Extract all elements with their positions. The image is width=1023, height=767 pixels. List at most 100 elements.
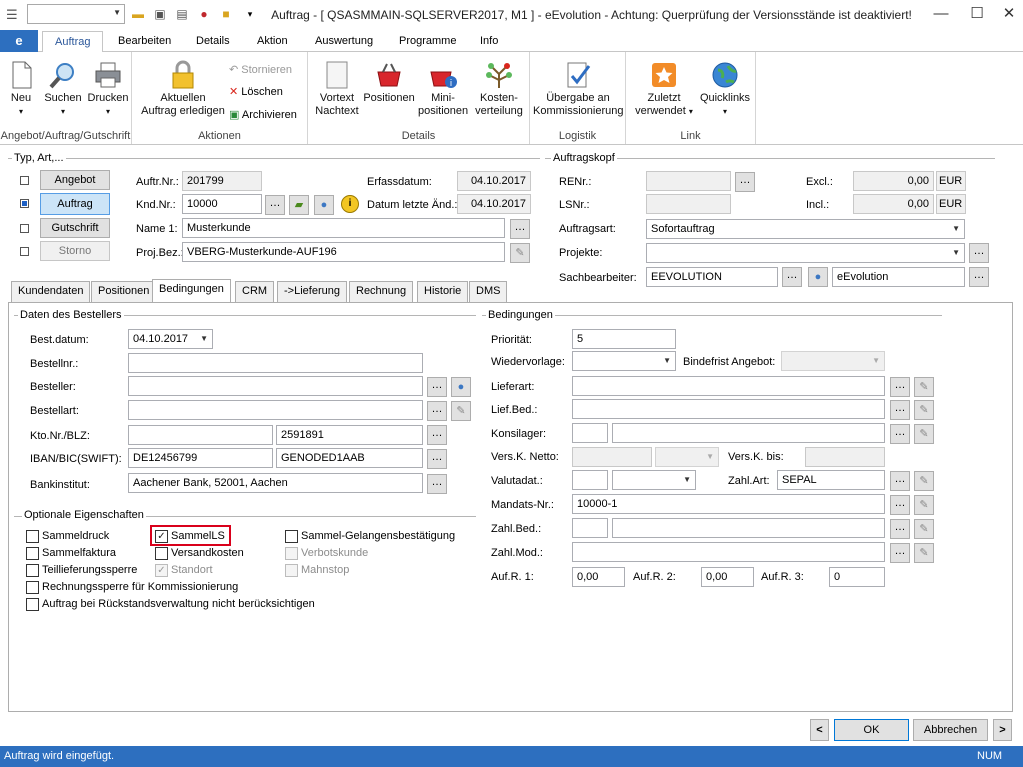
rechnungssperre-checkbox[interactable] (26, 581, 39, 594)
tab-positionen[interactable]: Positionen (91, 281, 157, 302)
neu-button[interactable]: Neu ▾ (6, 60, 36, 118)
teillieferungssperre-checkbox[interactable] (26, 564, 39, 577)
sammelgelangen-checkbox[interactable] (285, 530, 298, 543)
close-button[interactable]: ✕ (991, 0, 1023, 30)
liefbed-field[interactable] (572, 399, 885, 419)
zahlart-field[interactable]: SEPAL (777, 470, 885, 490)
liefbed-edit-button[interactable]: ✎ (914, 400, 934, 420)
save-icon[interactable]: ▣ (152, 6, 168, 22)
ok-button[interactable]: OK (834, 719, 909, 741)
rueckstand-checkbox[interactable] (26, 598, 39, 611)
auftrag-radio[interactable] (20, 199, 29, 208)
lieferart-browse-button[interactable]: … (890, 377, 910, 397)
zahlmod-browse-button[interactable]: … (890, 543, 910, 563)
auftragsart-select[interactable]: Sofortauftrag ▼ (646, 219, 965, 239)
knd-nr-browse-button[interactable]: … (265, 195, 285, 215)
prioritaet-field[interactable]: 5 (572, 329, 676, 349)
bank-browse-button[interactable]: … (427, 474, 447, 494)
lieferart-field[interactable] (572, 376, 885, 396)
tab-bearbeiten[interactable]: Bearbeiten (106, 31, 183, 53)
lieferart-edit-button[interactable]: ✎ (914, 377, 934, 397)
zahlmod-edit-button[interactable]: ✎ (914, 543, 934, 563)
zahlart-browse-button[interactable]: … (890, 471, 910, 491)
quicklinks-button[interactable]: Quicklinks ▾ (698, 60, 752, 118)
stornieren-button[interactable]: ↶ Stornieren (229, 61, 292, 79)
zahlbed-code-field[interactable] (572, 518, 608, 538)
auftrag-button[interactable]: Auftrag (40, 193, 110, 215)
sachbearbeiter-browse-button[interactable]: … (782, 267, 802, 287)
zahlart-edit-button[interactable]: ✎ (914, 471, 934, 491)
auftrag-erledigen-button[interactable]: Aktuellen Auftrag erledigen (140, 60, 226, 118)
iban-field[interactable]: DE12456799 (128, 448, 273, 468)
gutschrift-button[interactable]: Gutschrift (40, 218, 110, 238)
truck-icon[interactable]: ▰ (289, 195, 309, 215)
projekte-browse-button[interactable]: … (969, 243, 989, 263)
people-icon[interactable]: ● (314, 195, 334, 215)
tab-info[interactable]: Info (468, 31, 510, 53)
storno-button[interactable]: Storno (40, 241, 110, 261)
kto-field[interactable] (128, 425, 273, 445)
tab-rechnung[interactable]: Rechnung (349, 281, 414, 302)
folder-icon[interactable]: ▬ (130, 6, 146, 22)
valutadat-select[interactable]: ▼ (612, 470, 696, 490)
tab-programme[interactable]: Programme (387, 31, 468, 53)
prev-button[interactable]: < (810, 719, 829, 741)
vortext-button[interactable]: Vortext Nachtext (314, 60, 360, 118)
zahlmod-field[interactable] (572, 542, 885, 562)
mandats-edit-button[interactable]: ✎ (914, 495, 934, 515)
sachbearbeiter-name-browse-button[interactable]: … (969, 267, 989, 287)
positionen-button[interactable]: Positionen (362, 60, 416, 105)
valutadat-field[interactable] (572, 470, 608, 490)
users-icon[interactable]: ● (808, 267, 828, 287)
gutschrift-radio[interactable] (20, 224, 29, 233)
konsilager-edit-button[interactable]: ✎ (914, 424, 934, 444)
angebot-button[interactable]: Angebot (40, 170, 110, 190)
zuletzt-verwendet-button[interactable]: Zuletzt verwendet ▾ (632, 60, 696, 118)
loeschen-button[interactable]: ✕ Löschen (229, 83, 283, 101)
knd-nr-field[interactable]: 10000 (182, 194, 262, 214)
projekte-select[interactable]: ▼ (646, 243, 965, 263)
zahlbed-field[interactable] (612, 518, 885, 538)
lock-icon[interactable]: ■ (218, 6, 234, 22)
tab-auftrag[interactable]: Auftrag (42, 31, 104, 53)
name1-browse-button[interactable]: … (510, 219, 530, 239)
bestellnr-field[interactable] (128, 353, 423, 373)
minipositionen-button[interactable]: i Mini-positionen (418, 60, 468, 118)
tab-crm[interactable]: CRM (235, 281, 275, 302)
aufr3-field[interactable]: 0 (829, 567, 885, 587)
sammells-checkbox[interactable]: ✓ (155, 530, 168, 543)
quick-combo[interactable]: ▼ (27, 4, 125, 24)
info-icon[interactable]: i (341, 195, 359, 213)
blz-browse-button[interactable]: … (427, 425, 447, 445)
tab-bedingungen[interactable]: Bedingungen (152, 279, 231, 303)
bank-field[interactable]: Aachener Bank, 52001, Aachen (128, 473, 423, 493)
bic-browse-button[interactable]: … (427, 449, 447, 469)
kostenverteilung-button[interactable]: Kosten-verteilung (472, 60, 526, 118)
application-button[interactable]: e (0, 30, 38, 52)
shopping-cart-icon[interactable]: ● (196, 6, 212, 22)
tab-dms[interactable]: DMS (469, 281, 508, 302)
sachbearbeiter-field[interactable]: EEVOLUTION (646, 267, 778, 287)
app-menu-icon[interactable]: ☰ (6, 7, 22, 23)
document-icon[interactable]: ▤ (174, 6, 190, 22)
next-button[interactable]: > (993, 719, 1012, 741)
drucken-button[interactable]: Drucken ▾ (86, 60, 130, 118)
bestdatum-picker[interactable]: 04.10.2017 ▼ (128, 329, 213, 349)
versandkosten-checkbox[interactable] (155, 547, 168, 560)
projbez-edit-button[interactable]: ✎ (510, 243, 530, 263)
uebergabe-button[interactable]: Übergabe an Kommissionierung (533, 60, 623, 118)
tab-lieferung[interactable]: ->Lieferung (277, 281, 347, 302)
tab-aktion[interactable]: Aktion (245, 31, 300, 53)
liefbed-browse-button[interactable]: … (890, 400, 910, 420)
tab-auswertung[interactable]: Auswertung (303, 31, 385, 53)
zahlbed-edit-button[interactable]: ✎ (914, 519, 934, 539)
blz-field[interactable]: 2591891 (276, 425, 423, 445)
sammeldruck-checkbox[interactable] (26, 530, 39, 543)
name1-field[interactable]: Musterkunde (182, 218, 505, 238)
projbez-field[interactable]: VBERG-Musterkunde-AUF196 (182, 242, 505, 262)
renr-browse-button[interactable]: … (735, 172, 755, 192)
zahlbed-browse-button[interactable]: … (890, 519, 910, 539)
besteller-browse-button[interactable]: … (427, 377, 447, 397)
tab-kundendaten[interactable]: Kundendaten (11, 281, 91, 302)
people-icon[interactable]: ● (451, 377, 471, 397)
